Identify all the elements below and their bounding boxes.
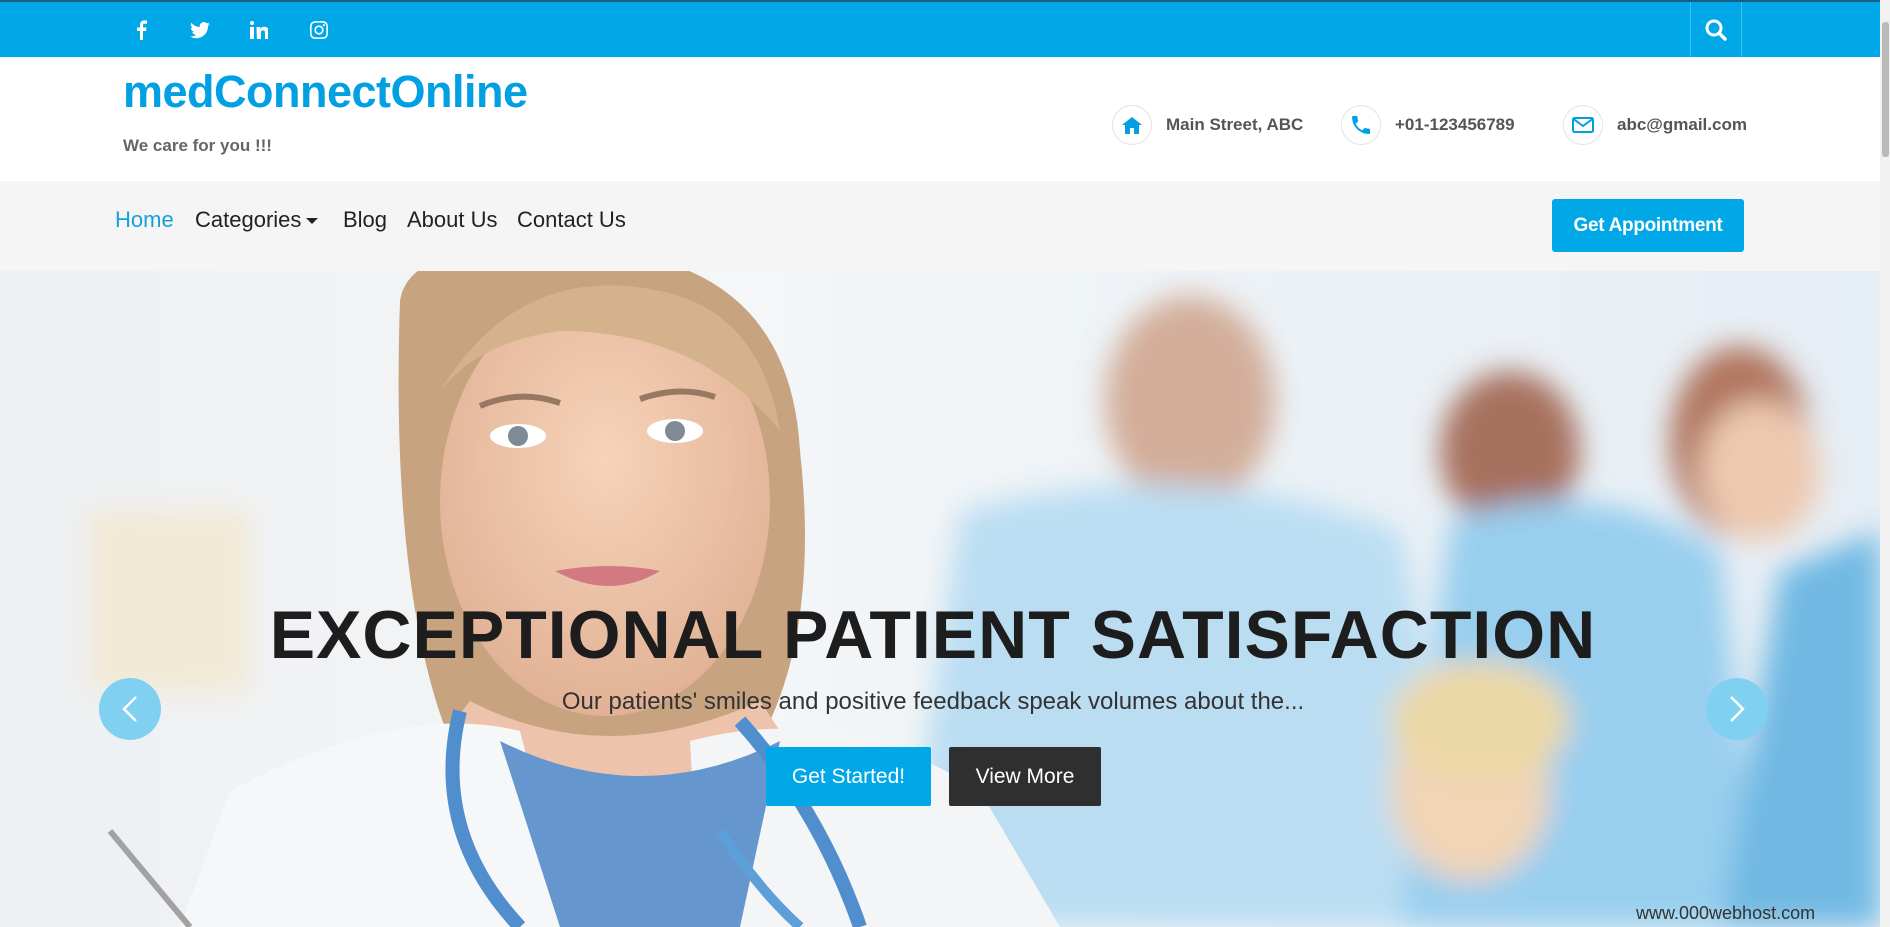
nav-categories[interactable]: Categories (195, 207, 319, 233)
address-info: Main Street, ABC (1112, 104, 1303, 146)
nav-contact-us[interactable]: Contact Us (517, 207, 626, 233)
view-more-button[interactable]: View More (949, 747, 1101, 806)
home-icon (1112, 105, 1152, 145)
slider-prev-button[interactable] (99, 678, 161, 740)
envelope-icon (1563, 105, 1603, 145)
phone-icon (1341, 105, 1381, 145)
email-info: abc@gmail.com (1563, 104, 1747, 146)
get-started-button[interactable]: Get Started! (766, 747, 931, 806)
address-text: Main Street, ABC (1166, 115, 1304, 134)
site-tagline: We care for you !!! (123, 136, 272, 155)
phone-info: +01-123456789 (1341, 104, 1515, 146)
instagram-icon[interactable] (307, 18, 331, 42)
chevron-right-icon (1730, 696, 1745, 722)
search-icon (1705, 19, 1727, 41)
hero-slider: EXCEPTIONAL PATIENT SATISFACTION Our pat… (0, 271, 1880, 927)
search-button[interactable] (1690, 2, 1742, 57)
site-logo[interactable]: medConnectOnline (123, 66, 528, 118)
phone-text: +01-123456789 (1395, 115, 1515, 134)
slider-next-button[interactable] (1706, 678, 1768, 740)
caret-down-icon (306, 218, 319, 225)
twitter-icon[interactable] (188, 18, 212, 42)
nav-blog[interactable]: Blog (343, 207, 387, 233)
top-bar (0, 0, 1880, 57)
nav-categories-label: Categories (195, 207, 302, 232)
hero-subtitle: Our patients' smiles and positive feedba… (561, 688, 1305, 715)
host-badge[interactable]: www.000webhost.com (1636, 903, 1815, 924)
facebook-icon[interactable] (129, 18, 153, 42)
linkedin-icon[interactable] (247, 18, 271, 42)
get-appointment-button[interactable]: Get Appointment (1552, 199, 1744, 252)
chevron-left-icon (122, 696, 137, 722)
scrollbar-thumb[interactable] (1882, 22, 1889, 157)
nav-home[interactable]: Home (115, 207, 174, 233)
nav-about-us[interactable]: About Us (407, 207, 498, 233)
hero-title: EXCEPTIONAL PATIENT SATISFACTION (269, 597, 1597, 673)
email-text: abc@gmail.com (1617, 115, 1747, 134)
